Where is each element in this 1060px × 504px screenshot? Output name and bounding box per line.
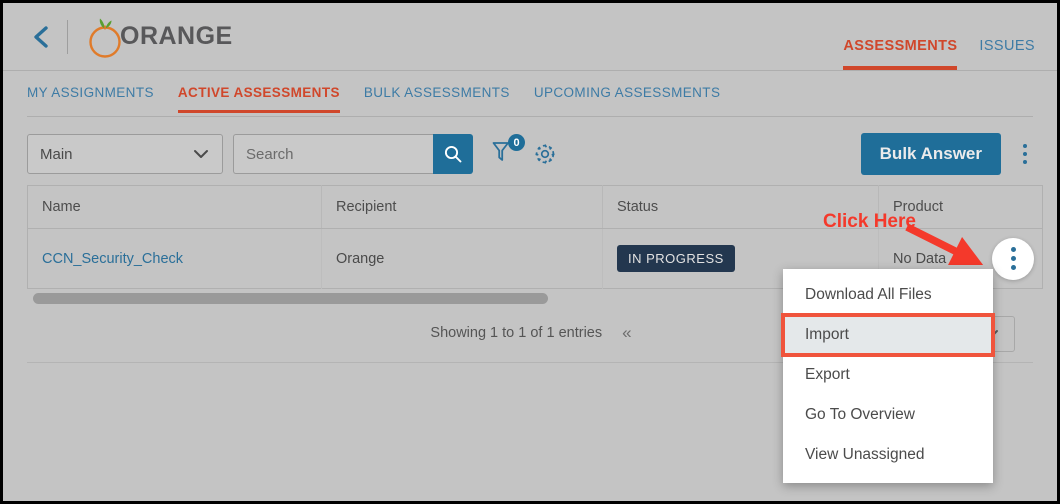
kebab-dot <box>1023 144 1027 148</box>
brand-logo-group: ORANGE <box>84 15 233 59</box>
menu-item-download-all-files[interactable]: Download All Files <box>783 275 993 315</box>
tab-bar: MY ASSIGNMENTS ACTIVE ASSESSMENTS BULK A… <box>3 71 1057 117</box>
search-group <box>233 134 473 174</box>
menu-item-view-unassigned[interactable]: View Unassigned <box>783 435 993 475</box>
filter-button[interactable]: 0 <box>491 134 525 169</box>
kebab-dot <box>1010 256 1016 261</box>
tab-upcoming-assessments[interactable]: UPCOMING ASSESSMENTS <box>534 71 721 113</box>
app-screen: ORANGE ASSESSMENTS ISSUES MY ASSIGNMENTS… <box>0 0 1060 504</box>
search-input[interactable] <box>233 134 433 174</box>
top-nav-item-issues[interactable]: ISSUES <box>979 38 1035 70</box>
menu-item-import[interactable]: Import <box>781 313 995 357</box>
status-badge: IN PROGRESS <box>617 245 735 272</box>
gear-icon <box>535 144 555 164</box>
top-nav: ASSESSMENTS ISSUES <box>843 3 1035 70</box>
chevron-left-icon <box>34 25 48 48</box>
search-button[interactable] <box>433 134 473 174</box>
assessment-name-link[interactable]: CCN_Security_Check <box>42 251 183 267</box>
scrollbar-thumb[interactable] <box>33 293 548 304</box>
chevron-down-icon <box>194 150 208 158</box>
scope-select[interactable]: Main <box>27 134 223 174</box>
tab-bulk-assessments[interactable]: BULK ASSESSMENTS <box>364 71 510 113</box>
bulk-answer-button[interactable]: Bulk Answer <box>860 133 1001 175</box>
cell-recipient: Orange <box>321 228 603 289</box>
pagination-entries-text: Showing 1 to 1 of 1 entries <box>430 325 603 341</box>
filter-badge-count: 0 <box>508 134 525 151</box>
tab-active-assessments[interactable]: ACTIVE ASSESSMENTS <box>177 71 340 113</box>
column-header-name[interactable]: Name <box>27 185 322 229</box>
column-header-recipient[interactable]: Recipient <box>321 185 603 229</box>
back-button[interactable] <box>17 13 65 61</box>
kebab-dot <box>1023 152 1027 156</box>
annotation-click-here-text: Click Here <box>823 211 916 232</box>
orange-fruit-logo-icon <box>89 18 121 58</box>
tab-my-assignments[interactable]: MY ASSIGNMENTS <box>27 71 154 113</box>
kebab-dot <box>1010 247 1016 252</box>
row-actions-dropdown-menu: Download All Files Import Export Go To O… <box>781 269 995 483</box>
scope-select-value: Main <box>40 145 73 163</box>
settings-button[interactable] <box>533 142 557 166</box>
toolbar-right-group: Bulk Answer <box>860 133 1035 175</box>
top-nav-item-assessments[interactable]: ASSESSMENTS <box>843 38 958 70</box>
top-header-bar: ORANGE ASSESSMENTS ISSUES <box>3 3 1057 71</box>
cell-name: CCN_Security_Check <box>27 228 322 289</box>
toolbar-overflow-button[interactable] <box>1015 137 1035 171</box>
header-divider <box>67 19 68 54</box>
menu-item-export[interactable]: Export <box>783 355 993 395</box>
table-toolbar: Main 0 <box>3 117 1057 185</box>
row-actions-button[interactable] <box>992 237 1034 280</box>
menu-item-go-to-overview[interactable]: Go To Overview <box>783 395 993 435</box>
search-icon <box>444 145 462 163</box>
pagination-first-page-button[interactable]: « <box>622 323 632 343</box>
kebab-dot <box>1010 265 1016 270</box>
brand-name: ORANGE <box>120 22 233 50</box>
kebab-dot <box>1023 160 1027 164</box>
